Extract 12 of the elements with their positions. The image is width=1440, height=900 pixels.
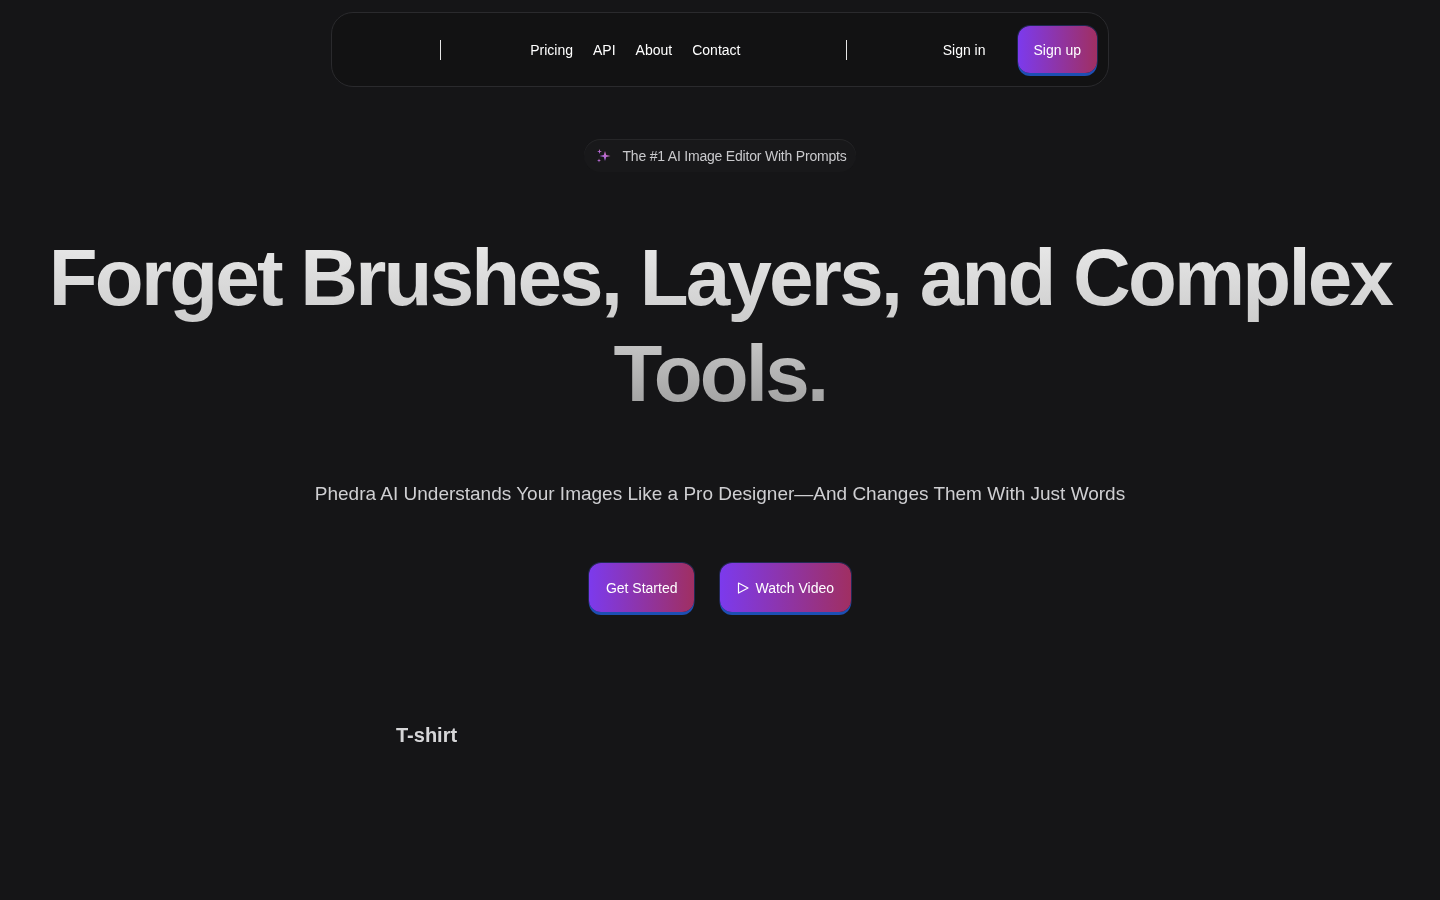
tagline-text: The #1 AI Image Editor With Prompts xyxy=(622,147,847,164)
nav-link[interactable]: Contact xyxy=(682,37,751,62)
get-started-button[interactable]: Get Started xyxy=(588,563,695,612)
hero-subtitle: Phedra AI Understands Your Images Like a Pro Designer—And Changes Them With Just Words xyxy=(314,483,1126,505)
category-label: T-shirt xyxy=(396,724,458,747)
sign-in-link[interactable]: Sign in xyxy=(932,37,996,62)
nav-link[interactable]: Pricing xyxy=(520,37,584,62)
sign-up-button[interactable]: Sign up xyxy=(1017,26,1097,73)
nav-link[interactable]: API xyxy=(583,37,626,62)
play-icon xyxy=(737,581,750,594)
nav-link[interactable]: About xyxy=(625,37,683,62)
watch-video-button[interactable]: Watch Video xyxy=(720,563,852,612)
